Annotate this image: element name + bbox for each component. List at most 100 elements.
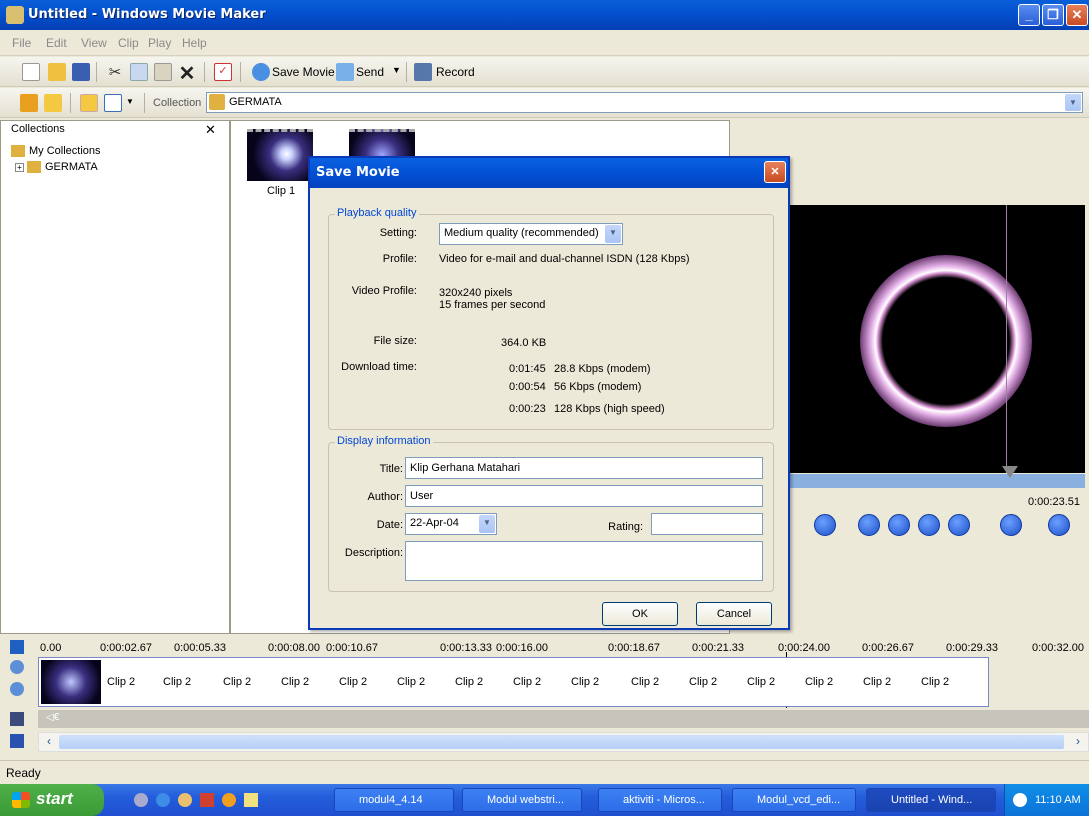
collection-select[interactable]: GERMATA ▼: [206, 92, 1083, 113]
author-input[interactable]: User: [405, 485, 763, 507]
save-movie-button[interactable]: Save Movie: [272, 65, 335, 79]
new-icon[interactable]: [22, 63, 40, 81]
seek-slider-icon[interactable]: [1002, 466, 1018, 478]
ie-icon[interactable]: [156, 793, 170, 807]
video-profile-label: Video Profile:: [351, 285, 417, 297]
properties-icon[interactable]: ✓: [214, 63, 232, 81]
date-picker[interactable]: 22-Apr-04 ▼: [405, 513, 497, 535]
timeline-tick: 0:00:05.33: [174, 642, 226, 654]
delete-icon[interactable]: ✕: [178, 61, 196, 85]
track-clip[interactable]: Clip 2: [863, 676, 891, 688]
quicklaunch-icon[interactable]: [134, 793, 148, 807]
menu-help[interactable]: Help: [182, 36, 207, 50]
collection-dropdown-icon[interactable]: ▼: [1065, 94, 1081, 111]
zoom-in-icon[interactable]: [10, 660, 24, 674]
open-icon[interactable]: [48, 63, 66, 81]
track-clip[interactable]: Clip 2: [513, 676, 541, 688]
setting-select[interactable]: Medium quality (recommended) ▼: [439, 223, 623, 245]
expand-icon[interactable]: +: [15, 163, 24, 172]
seek-bar[interactable]: [740, 474, 1085, 488]
track-clip[interactable]: Clip 2: [805, 676, 833, 688]
profile-label: Profile:: [382, 253, 417, 265]
media-icon[interactable]: [200, 793, 214, 807]
menu-clip[interactable]: Clip: [118, 36, 139, 50]
collections-toggle-icon[interactable]: [80, 94, 98, 112]
track-clip[interactable]: Clip 2: [223, 676, 251, 688]
stop-icon[interactable]: [814, 514, 836, 536]
audio-levels-icon[interactable]: [10, 734, 24, 748]
description-input[interactable]: [405, 541, 763, 581]
previous-frame-icon[interactable]: [858, 514, 880, 536]
track-clip[interactable]: Clip 2: [281, 676, 309, 688]
back-icon[interactable]: [888, 514, 910, 536]
menu-edit[interactable]: Edit: [46, 36, 67, 50]
scroll-thumb[interactable]: [59, 735, 1064, 749]
taskbar-item[interactable]: modul4_4.14: [334, 788, 454, 812]
dialog-close-icon[interactable]: ✕: [764, 161, 786, 183]
cut-icon[interactable]: ✂: [106, 63, 124, 81]
ok-button[interactable]: OK: [602, 602, 678, 626]
player-icon[interactable]: [222, 793, 236, 807]
forward-icon[interactable]: [918, 514, 940, 536]
taskbar-item[interactable]: Modul webstri...: [462, 788, 582, 812]
track-clip[interactable]: Clip 2: [339, 676, 367, 688]
timeline-tick: 0:00:32.00: [1032, 642, 1084, 654]
track-clip[interactable]: Clip 2: [397, 676, 425, 688]
rating-input[interactable]: [651, 513, 763, 535]
record-button[interactable]: Record: [436, 65, 475, 79]
views-icon[interactable]: [104, 94, 122, 112]
track-clip[interactable]: Clip 2: [747, 676, 775, 688]
tray-back-icon[interactable]: [1013, 793, 1027, 807]
taskbar-item[interactable]: aktiviti - Micros...: [598, 788, 722, 812]
send-button[interactable]: Send: [356, 65, 384, 79]
save-icon[interactable]: [72, 63, 90, 81]
show-storyboard-icon[interactable]: [10, 640, 24, 654]
track-clip[interactable]: Clip 2: [107, 676, 135, 688]
tool-icon[interactable]: [244, 793, 258, 807]
playback-legend: Playback quality: [335, 207, 419, 219]
track-clip-thumbnail[interactable]: [41, 660, 101, 704]
send-dropdown-arrow-icon[interactable]: ▼: [392, 65, 401, 75]
taskbar-item-active[interactable]: Untitled - Wind...: [866, 788, 996, 812]
scroll-right-icon[interactable]: ›: [1070, 734, 1086, 750]
track-clip[interactable]: Clip 2: [921, 676, 949, 688]
zoom-out-icon[interactable]: [10, 682, 24, 696]
cancel-button[interactable]: Cancel: [696, 602, 772, 626]
restore-button[interactable]: ❐: [1042, 4, 1064, 26]
tree-my-collections[interactable]: My Collections: [29, 145, 101, 157]
close-button[interactable]: ✕: [1066, 4, 1088, 26]
tree-germata[interactable]: GERMATA: [45, 161, 98, 173]
scroll-left-icon[interactable]: ‹: [41, 734, 57, 750]
views-dropdown-arrow-icon[interactable]: ▼: [126, 97, 134, 106]
next-frame-icon[interactable]: [948, 514, 970, 536]
track-clip[interactable]: Clip 2: [631, 676, 659, 688]
setting-dropdown-icon[interactable]: ▼: [605, 225, 621, 243]
audio-track[interactable]: ◁€: [38, 710, 1089, 728]
track-clip[interactable]: Clip 2: [571, 676, 599, 688]
menu-view[interactable]: View: [81, 36, 107, 50]
copy-icon[interactable]: [130, 63, 148, 81]
split-clip-icon[interactable]: [1000, 514, 1022, 536]
timeline-scrollbar[interactable]: ‹ ›: [38, 732, 1089, 752]
menu-file[interactable]: File: [12, 36, 31, 50]
track-clip[interactable]: Clip 2: [689, 676, 717, 688]
track-clip[interactable]: Clip 2: [455, 676, 483, 688]
new-collection-icon[interactable]: [44, 94, 62, 112]
track-clip[interactable]: Clip 2: [163, 676, 191, 688]
minimize-button[interactable]: _: [1018, 4, 1040, 26]
clip1-thumbnail[interactable]: [247, 129, 313, 181]
menu-play[interactable]: Play: [148, 36, 171, 50]
taskbar-item[interactable]: Modul_vcd_edi...: [732, 788, 856, 812]
take-picture-icon[interactable]: [1048, 514, 1070, 536]
narrate-icon[interactable]: [10, 712, 24, 726]
description-label: Description:: [344, 547, 403, 559]
status-bar: Ready: [0, 760, 1089, 784]
setting-select-value: Medium quality (recommended): [444, 227, 599, 239]
title-input[interactable]: Klip Gerhana Matahari: [405, 457, 763, 479]
date-dropdown-icon[interactable]: ▼: [479, 515, 495, 533]
paste-icon[interactable]: [154, 63, 172, 81]
collections-close-icon[interactable]: ✕: [205, 122, 216, 138]
timeline-tick: 0:00:16.00: [496, 642, 548, 654]
up-folder-icon[interactable]: [20, 94, 38, 112]
messenger-icon[interactable]: [178, 793, 192, 807]
